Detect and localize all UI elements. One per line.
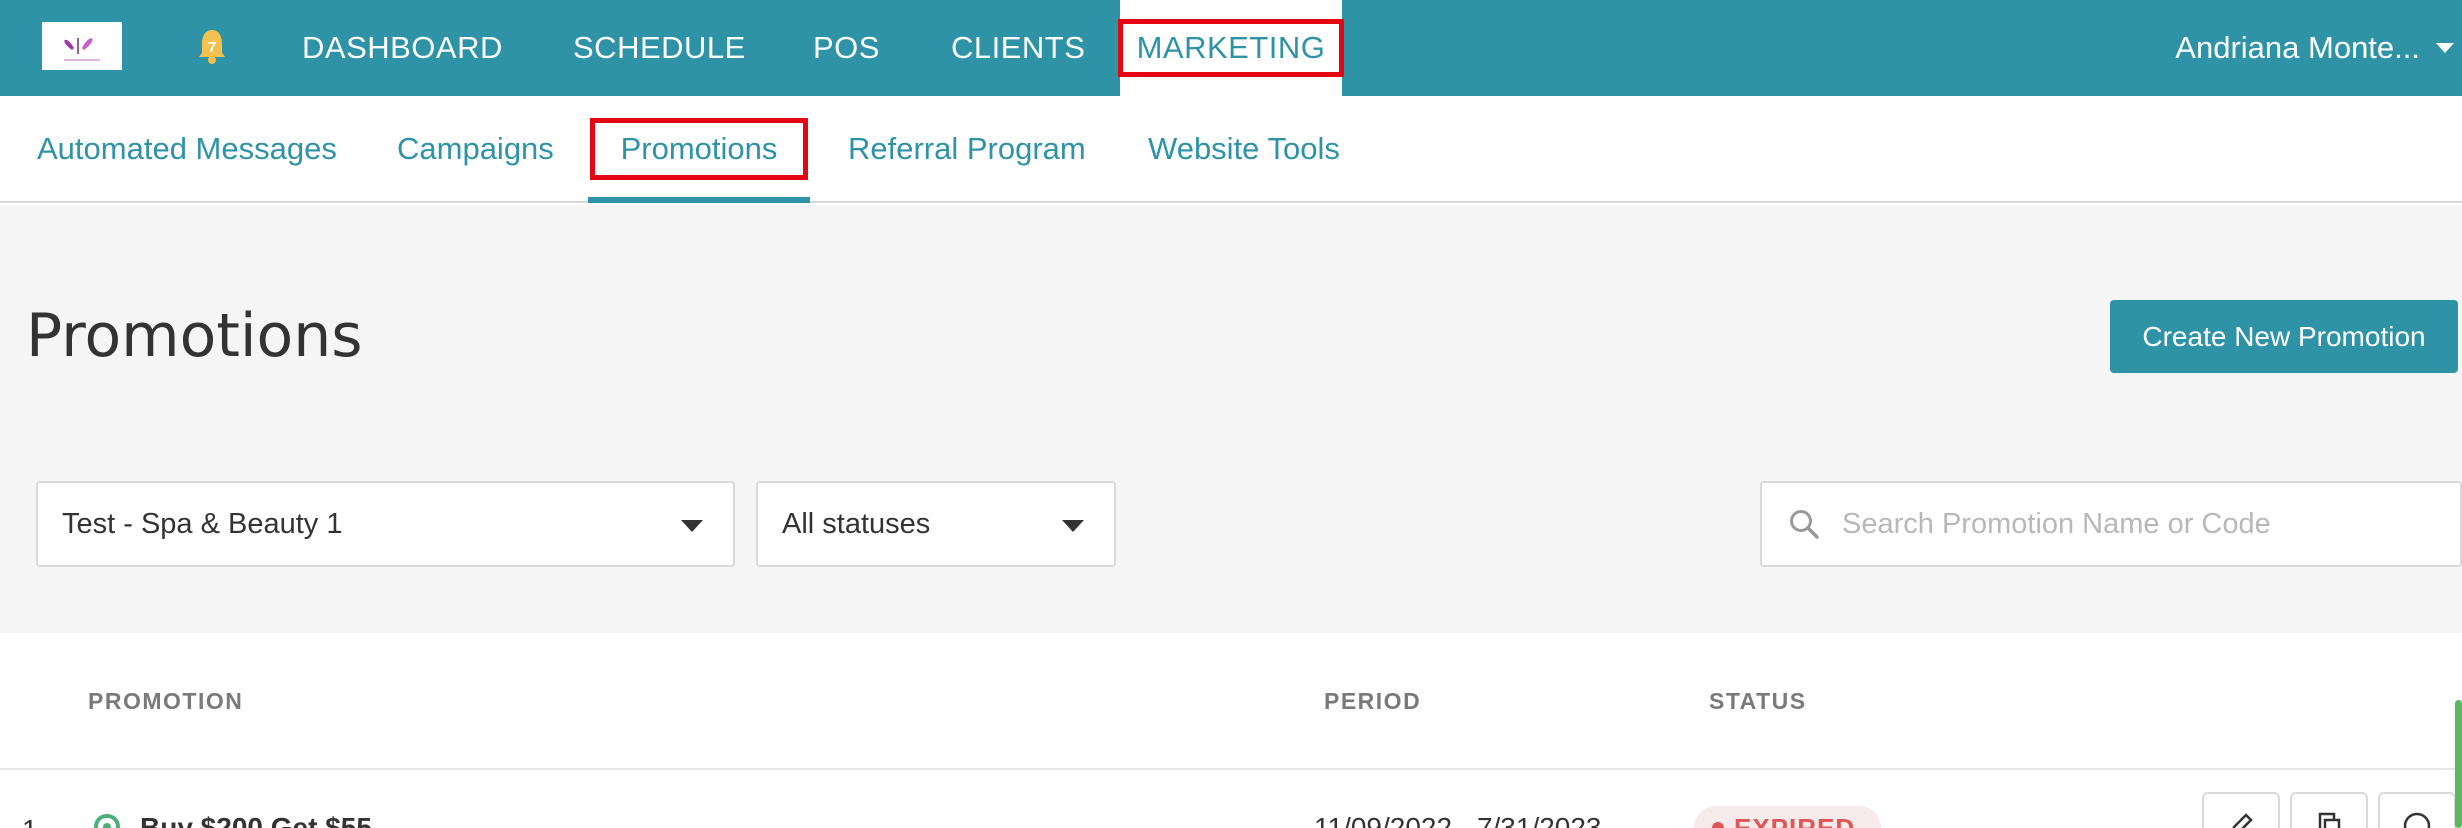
- tab-campaigns[interactable]: Campaigns: [397, 96, 554, 201]
- nav-dashboard-label: DASHBOARD: [302, 30, 503, 65]
- nav-pos[interactable]: POS: [813, 0, 880, 96]
- user-menu[interactable]: Andriana Monte...: [2175, 0, 2462, 96]
- status-badge: EXPIRED: [1694, 806, 1882, 828]
- create-new-promotion-button[interactable]: Create New Promotion: [2110, 300, 2458, 373]
- row-index: 1: [22, 814, 38, 828]
- location-select[interactable]: Test - Spa & Beauty 1: [36, 481, 735, 567]
- location-pin-icon: [93, 813, 121, 828]
- chevron-down-icon: [2436, 43, 2454, 53]
- table-row[interactable]: 1 Buy $200 Get $55 11/09/2022 - 7/31/202…: [0, 772, 2462, 828]
- tab-referral-program-label: Referral Program: [848, 130, 1086, 166]
- tab-campaigns-label: Campaigns: [397, 130, 554, 166]
- nav-clients[interactable]: CLIENTS: [951, 0, 1085, 96]
- location-select-value: Test - Spa & Beauty 1: [62, 507, 343, 540]
- scrollbar[interactable]: [2455, 700, 2462, 828]
- notification-count: 7: [207, 39, 217, 56]
- status-label: EXPIRED: [1734, 812, 1856, 828]
- tab-referral-program[interactable]: Referral Program: [848, 96, 1086, 201]
- tab-promotions-label: Promotions: [589, 117, 809, 180]
- copy-button[interactable]: [2290, 792, 2368, 828]
- top-navigation-bar: 7 DASHBOARD SCHEDULE POS CLIENTS MARKETI…: [0, 0, 2462, 96]
- chevron-down-icon: [1062, 520, 1084, 532]
- promotion-name[interactable]: Buy $200 Get $55: [140, 812, 372, 828]
- nav-marketing-label: MARKETING: [1117, 19, 1345, 77]
- more-icon: [2403, 812, 2431, 828]
- copy-icon: [2318, 812, 2341, 828]
- nav-schedule-label: SCHEDULE: [573, 30, 746, 65]
- more-button[interactable]: [2378, 792, 2456, 828]
- promotions-header: Promotions Create New Promotion Test - S…: [0, 205, 2462, 633]
- edit-button[interactable]: [2202, 792, 2280, 828]
- nav-pos-label: POS: [813, 30, 880, 65]
- tab-automated-messages-label: Automated Messages: [37, 130, 337, 166]
- tab-promotions[interactable]: Promotions: [588, 96, 810, 203]
- page-title: Promotions: [26, 301, 363, 371]
- logo-image[interactable]: [42, 22, 122, 70]
- search-input[interactable]: [1842, 507, 2402, 541]
- promotion-period: 11/09/2022 - 7/31/2023: [1314, 812, 1602, 828]
- tab-website-tools[interactable]: Website Tools: [1148, 96, 1340, 201]
- nav-dashboard[interactable]: DASHBOARD: [302, 0, 503, 96]
- status-select[interactable]: All statuses: [756, 481, 1116, 567]
- marketing-subnav: Automated Messages Campaigns Promotions …: [0, 96, 2462, 203]
- edit-icon: [2232, 813, 2253, 828]
- nav-marketing[interactable]: MARKETING: [1117, 0, 1345, 96]
- user-name: Andriana Monte...: [2175, 30, 2420, 65]
- status-dot: [1712, 822, 1724, 828]
- promotions-table-header: PROMOTION PERIOD STATUS: [0, 633, 2462, 770]
- nav-clients-label: CLIENTS: [951, 30, 1086, 65]
- chevron-down-icon: [681, 520, 703, 532]
- column-header-period: PERIOD: [1324, 688, 1422, 714]
- status-select-value: All statuses: [782, 507, 931, 540]
- search-box[interactable]: [1760, 481, 2462, 567]
- notifications-bell-icon[interactable]: 7: [192, 24, 232, 68]
- column-header-promotion: PROMOTION: [88, 688, 244, 714]
- column-header-status: STATUS: [1709, 688, 1807, 714]
- tab-website-tools-label: Website Tools: [1148, 130, 1340, 166]
- nav-schedule[interactable]: SCHEDULE: [573, 0, 746, 96]
- tab-automated-messages[interactable]: Automated Messages: [37, 96, 337, 201]
- search-icon: [1790, 510, 1819, 539]
